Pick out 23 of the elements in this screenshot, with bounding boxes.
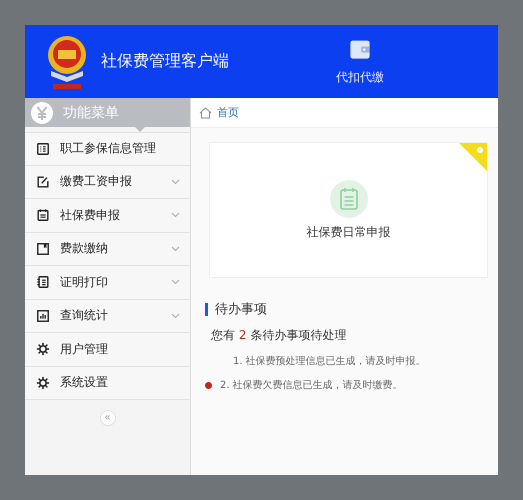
yen-icon	[31, 102, 53, 124]
document-icon	[36, 208, 50, 222]
list-icon	[36, 142, 50, 156]
tile-label: 社保费日常申报	[306, 224, 390, 240]
document-icon	[330, 180, 368, 218]
menu-title: 功能菜单	[63, 104, 119, 122]
section-title: 待办事项	[215, 301, 267, 318]
todo-item: 2. 社保费欠费信息已生成，请及时缴费。	[220, 378, 403, 392]
chart-icon	[36, 308, 50, 323]
corner-ribbon-icon	[459, 143, 487, 171]
breadcrumb-link[interactable]: 首页	[217, 105, 239, 120]
gear-icon	[36, 376, 50, 390]
edit-icon	[36, 174, 50, 189]
todo-item: 1. 社保费预处理信息已生成，请及时申报。	[233, 354, 426, 368]
todo-summary: 您有 2 条待办事项待处理	[211, 327, 348, 344]
nav-button[interactable]: 代扣代缴	[328, 31, 392, 92]
app-title: 社保费管理客户端	[101, 51, 230, 72]
menu-item[interactable]: 职工参保信息管理	[25, 132, 190, 166]
gear-icon	[36, 342, 50, 356]
shortcut-tile[interactable]: 社保费日常申报	[209, 142, 488, 278]
book-icon	[36, 242, 50, 256]
home-icon	[199, 106, 212, 118]
document-icon	[36, 275, 50, 290]
